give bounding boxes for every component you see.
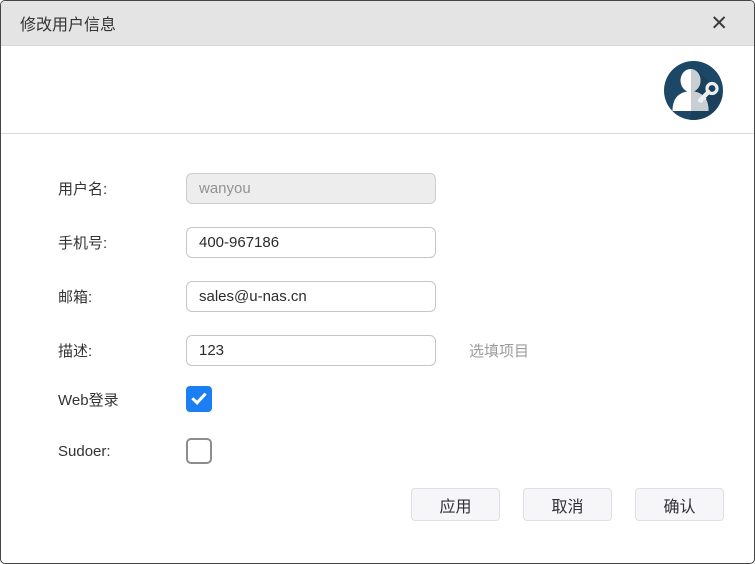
check-row-sudoer: Sudoer: <box>58 438 754 464</box>
field-row-email: 邮箱: <box>58 281 754 312</box>
web-login-checkbox[interactable] <box>186 386 212 412</box>
field-row-username: 用户名: <box>58 173 754 204</box>
field-row-description: 描述: 选填项目 <box>58 335 754 366</box>
user-avatar-icon <box>664 61 723 120</box>
email-input[interactable] <box>186 281 436 312</box>
sudoer-checkbox[interactable] <box>186 438 212 464</box>
confirm-button[interactable]: 确认 <box>635 488 724 521</box>
dialog-header <box>1 46 754 134</box>
web-login-label: Web登录 <box>58 391 119 409</box>
username-label: 用户名: <box>58 181 108 198</box>
description-input[interactable] <box>186 335 436 366</box>
email-label: 邮箱: <box>58 289 93 306</box>
dialog-footer: 应用 取消 确认 <box>411 488 724 521</box>
sudoer-label: Sudoer: <box>58 442 111 460</box>
apply-button[interactable]: 应用 <box>411 488 500 521</box>
dialog-title: 修改用户信息 <box>20 17 117 34</box>
phone-input[interactable] <box>186 227 436 258</box>
optional-hint: 选填项目 <box>469 343 530 360</box>
phone-label: 手机号: <box>58 235 108 252</box>
description-label: 描述: <box>58 343 93 360</box>
field-row-phone: 手机号: <box>58 227 754 258</box>
username-input[interactable] <box>186 173 436 204</box>
edit-user-dialog: 修改用户信息 ✕ 用户名: wanyou 手机号: 400-967186 邮箱:… <box>0 0 755 564</box>
dialog-titlebar: 修改用户信息 ✕ <box>1 1 754 46</box>
cancel-button[interactable]: 取消 <box>523 488 612 521</box>
close-icon[interactable]: ✕ <box>706 11 732 36</box>
checkmark-icon <box>191 389 207 405</box>
check-row-web-login: Web登录 <box>58 386 754 412</box>
dialog-body: 用户名: 手机号: 邮箱: 描述: 选填项目 Web登录 Sudoer: <box>1 134 754 563</box>
